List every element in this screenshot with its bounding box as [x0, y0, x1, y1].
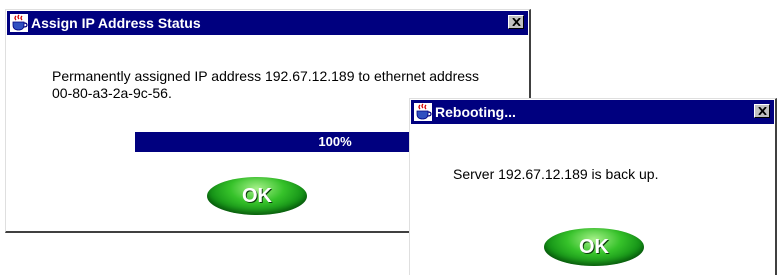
- close-button[interactable]: [508, 15, 524, 29]
- ok-button[interactable]: OK: [207, 177, 307, 215]
- progress-label: 100%: [318, 134, 352, 149]
- close-icon: [512, 18, 521, 26]
- rebooting-dialog: Rebooting... Server 192.67.12.189 is bac…: [409, 98, 777, 275]
- dialog-title: Assign IP Address Status: [31, 15, 201, 31]
- java-cup-icon: [414, 103, 432, 121]
- status-message: Permanently assigned IP address 192.67.1…: [52, 68, 480, 101]
- status-message: Server 192.67.12.189 is back up.: [453, 166, 659, 182]
- java-cup-icon: [10, 14, 28, 32]
- dialog-title: Rebooting...: [435, 104, 516, 120]
- close-icon: [758, 107, 767, 115]
- ok-button[interactable]: OK: [544, 228, 644, 266]
- title-bar[interactable]: Rebooting...: [411, 100, 774, 124]
- title-bar[interactable]: Assign IP Address Status: [7, 11, 528, 35]
- close-button[interactable]: [754, 104, 770, 118]
